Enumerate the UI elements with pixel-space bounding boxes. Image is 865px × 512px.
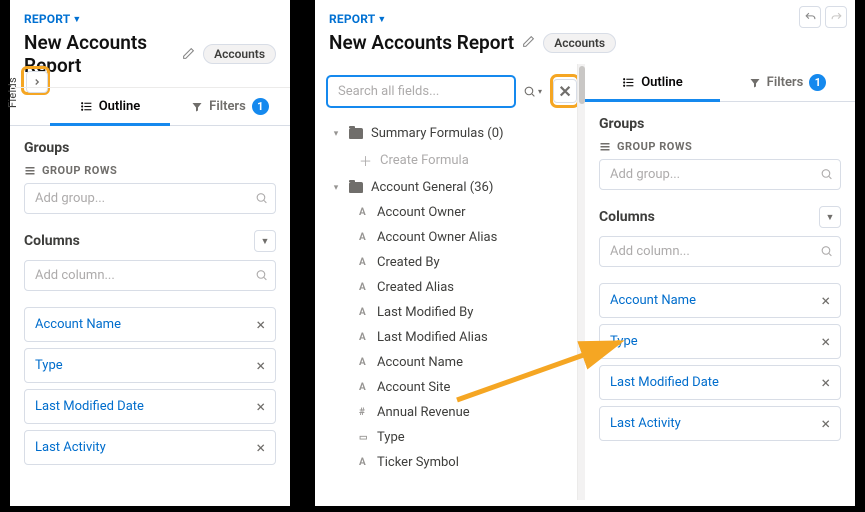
- field-item-annual-revenue[interactable]: #Annual Revenue: [331, 400, 572, 425]
- column-pill[interactable]: Type×: [24, 348, 276, 383]
- field-group[interactable]: ▾Account General (36): [331, 175, 572, 200]
- remove-icon[interactable]: ×: [256, 438, 265, 457]
- column-pill[interactable]: Type×: [599, 324, 841, 359]
- add-column-input[interactable]: [24, 260, 276, 291]
- column-pill[interactable]: Last Modified Date×: [24, 389, 276, 424]
- redo-button[interactable]: [825, 6, 847, 28]
- sidebar-tabs: Outline Filters 1: [585, 64, 855, 102]
- field-item[interactable]: ALast Modified By: [331, 300, 572, 325]
- columns-heading: Columns: [24, 233, 80, 249]
- columns-menu-button[interactable]: ▼: [819, 206, 841, 228]
- search-icon: [820, 242, 833, 261]
- report-type-badge[interactable]: Accounts: [203, 44, 276, 64]
- remove-icon[interactable]: ×: [256, 397, 265, 416]
- remove-icon[interactable]: ×: [256, 356, 265, 375]
- add-group-input[interactable]: [599, 159, 841, 190]
- add-group-input[interactable]: [24, 183, 276, 214]
- add-column-input[interactable]: [599, 236, 841, 267]
- fields-pane: ▾ ✕ ▾Summary Formulas (0) ＋Create Formul…: [315, 64, 585, 500]
- undo-button[interactable]: [799, 6, 821, 28]
- group-rows-label: GROUP ROWS: [599, 140, 841, 153]
- tab-outline[interactable]: Outline: [585, 65, 720, 100]
- search-icon: [255, 189, 268, 208]
- panel-collapsed: REPORT▼ New Accounts Report Accounts Fie…: [10, 0, 290, 506]
- field-item[interactable]: AAccount Owner: [331, 200, 572, 225]
- field-item[interactable]: ▭Type: [331, 425, 572, 450]
- pencil-icon[interactable]: [182, 45, 195, 64]
- groups-heading: Groups: [599, 116, 841, 132]
- callout-close-fields: ✕: [550, 74, 580, 108]
- report-type-badge[interactable]: Accounts: [543, 33, 616, 53]
- create-formula-action[interactable]: ＋Create Formula: [331, 146, 572, 175]
- remove-icon[interactable]: ×: [821, 373, 830, 392]
- search-options-button[interactable]: ▾: [521, 85, 544, 98]
- tab-outline[interactable]: Outline: [50, 89, 170, 124]
- field-tree: ▾Summary Formulas (0) ＋Create Formula ▾A…: [315, 117, 584, 475]
- close-fields-button[interactable]: ✕: [553, 79, 577, 103]
- field-item[interactable]: ALast Modified Alias: [331, 325, 572, 350]
- column-pill[interactable]: Last Activity×: [24, 430, 276, 465]
- filter-count-badge: 1: [252, 98, 269, 115]
- pencil-icon[interactable]: [522, 33, 535, 52]
- search-icon: [255, 266, 268, 285]
- field-item[interactable]: AAccount Name: [331, 350, 572, 375]
- breadcrumb[interactable]: REPORT▼: [24, 12, 82, 26]
- outline-pane: Outline Filters 1 Groups GROUP ROWS: [585, 64, 855, 500]
- remove-icon[interactable]: ×: [821, 414, 830, 433]
- tab-filters[interactable]: Filters 1: [720, 64, 855, 101]
- report-title: New Accounts Report: [329, 31, 514, 54]
- column-pill[interactable]: Account Name×: [24, 307, 276, 342]
- field-item[interactable]: AAccount Owner Alias: [331, 225, 572, 250]
- group-rows-label: GROUP ROWS: [24, 164, 276, 177]
- remove-icon[interactable]: ×: [821, 291, 830, 310]
- folder-icon: [349, 182, 363, 193]
- tab-filters[interactable]: Filters 1: [170, 88, 290, 125]
- column-pill[interactable]: Last Modified Date×: [599, 365, 841, 400]
- field-item[interactable]: ACreated Alias: [331, 275, 572, 300]
- panel-expanded: REPORT▼ New Accounts Report Accounts ▾ ✕…: [315, 0, 855, 506]
- field-item[interactable]: ACreated By: [331, 250, 572, 275]
- filter-count-badge: 1: [809, 74, 826, 91]
- columns-menu-button[interactable]: ▼: [254, 230, 276, 252]
- scrollbar[interactable]: [577, 64, 585, 500]
- breadcrumb[interactable]: REPORT▼: [329, 12, 387, 26]
- field-group[interactable]: ▾Summary Formulas (0): [331, 121, 572, 146]
- remove-icon[interactable]: ×: [821, 332, 830, 351]
- folder-icon: [349, 128, 363, 139]
- search-icon: [820, 165, 833, 184]
- column-pill-account-name[interactable]: Account Name×: [599, 283, 841, 318]
- field-item[interactable]: ATicker Symbol: [331, 450, 572, 475]
- sidebar-tabs: Outline Filters 1: [10, 87, 290, 126]
- field-item[interactable]: AAccount Site: [331, 375, 572, 400]
- groups-heading: Groups: [24, 140, 276, 156]
- search-fields-input[interactable]: [327, 76, 515, 107]
- columns-heading: Columns: [599, 209, 655, 225]
- column-pill[interactable]: Last Activity×: [599, 406, 841, 441]
- remove-icon[interactable]: ×: [256, 315, 265, 334]
